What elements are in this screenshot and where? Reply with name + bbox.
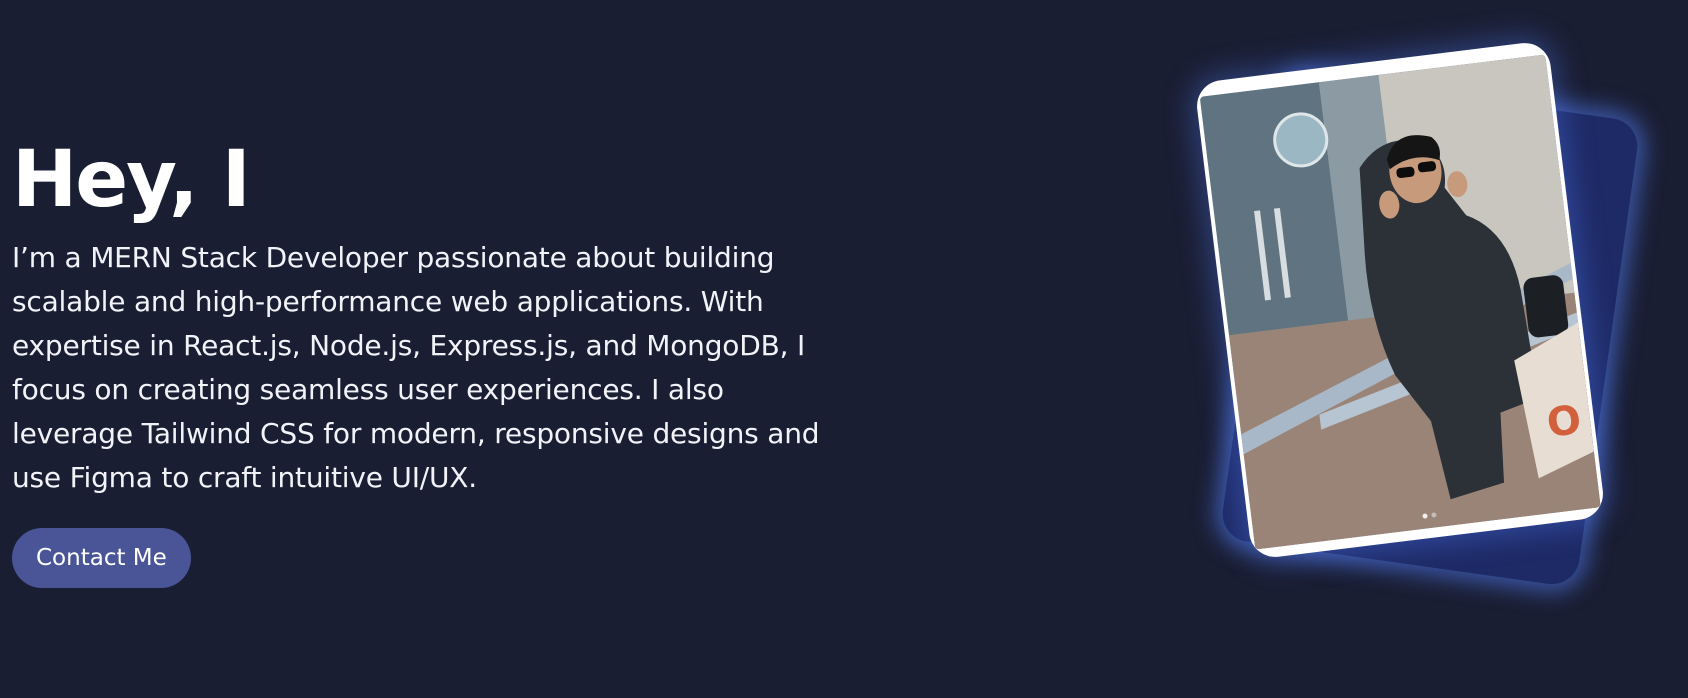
contact-me-button[interactable]: Contact Me: [12, 528, 191, 588]
profile-photo: O: [1199, 54, 1601, 550]
profile-photo-stack: O: [1194, 40, 1660, 600]
svg-text:O: O: [1544, 397, 1583, 447]
photo-front-card: O: [1194, 40, 1606, 560]
intro-block: Hey, I I’m a MERN Stack Developer passio…: [12, 132, 872, 588]
carousel-dot-active: [1422, 513, 1428, 519]
carousel-dot: [1431, 512, 1437, 518]
hero-title: Hey, I: [12, 135, 251, 225]
hero-section: Hey, I I’m a MERN Stack Developer passio…: [0, 0, 1688, 698]
hero-bio: I’m a MERN Stack Developer passionate ab…: [12, 241, 820, 494]
